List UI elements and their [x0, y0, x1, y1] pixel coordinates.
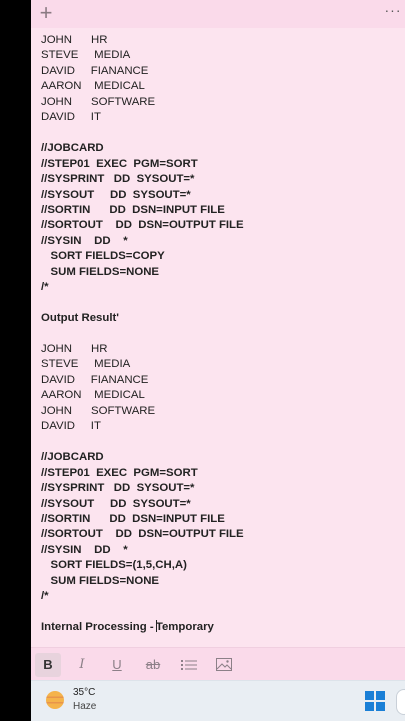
plus-icon[interactable]: + — [36, 2, 56, 24]
note-line: STEVE MEDIA — [41, 49, 131, 62]
note-line: //SORTIN DD DSN=INPUT FILE — [41, 203, 225, 216]
note-line: Output Result' — [41, 312, 120, 325]
note-line: //JOBCARD — [41, 451, 104, 464]
note-line: //STEP01 EXEC PGM=SORT — [41, 157, 198, 170]
note-line: AARON MEDICAL — [41, 389, 145, 402]
sticky-note-window: + ··· JOHN HR STEVE MEDIA DAVID FIANANCE AA… — [31, 0, 405, 680]
note-line: SORT FIELDS=(1,5,CH,A) — [41, 559, 187, 572]
note-line: //SYSOUT DD SYSOUT=* — [41, 188, 191, 201]
note-line: STEVE MEDIA — [41, 358, 131, 371]
bold-button[interactable]: B — [35, 653, 61, 677]
note-line: JOHN SOFTWARE — [41, 404, 156, 417]
bulleted-list-icon — [181, 660, 197, 670]
note-text-area[interactable]: JOHN HR STEVE MEDIA DAVID FIANANCE AARON ME… — [41, 33, 401, 647]
image-icon — [216, 658, 232, 671]
note-line: //SYSIN DD * — [41, 234, 128, 247]
note-line: JOHN HR — [41, 34, 108, 46]
note-line: SUM FIELDS=NONE — [41, 574, 160, 587]
note-line: //SYSIN DD * — [41, 543, 128, 556]
taskbar-overflow-pill[interactable] — [396, 689, 405, 715]
note-titlebar: + ··· — [31, 0, 405, 28]
weather-condition[interactable]: Haze — [73, 701, 96, 712]
weather-temperature[interactable]: 35°C — [73, 687, 95, 698]
note-line: //SORTIN DD DSN=INPUT FILE — [41, 512, 225, 525]
note-line: //JOBCARD — [41, 142, 104, 155]
note-line: SUM FIELDS=NONE — [41, 265, 160, 278]
note-line: //SORTOUT DD DSN=OUTPUT FILE — [41, 219, 244, 232]
note-line: DAVID FIANANCE — [41, 64, 149, 77]
formatting-toolbar: B I U ab — [31, 647, 405, 680]
insert-image-button[interactable] — [211, 653, 237, 677]
note-line: DAVID IT — [41, 420, 101, 433]
note-line: DAVID FIANANCE — [41, 373, 149, 386]
bulleted-list-button[interactable] — [176, 653, 202, 677]
note-line: /* — [41, 590, 49, 603]
note-line: JOHN SOFTWARE — [41, 95, 156, 108]
note-line: //SORTOUT DD DSN=OUTPUT FILE — [41, 528, 244, 541]
note-line: //SYSPRINT DD SYSOUT=* — [41, 173, 195, 186]
note-line: SORT FIELDS=COPY — [41, 250, 165, 263]
note-line: //SYSOUT DD SYSOUT=* — [41, 497, 191, 510]
windows-taskbar: 35°C Haze — [31, 680, 405, 721]
haze-weather-icon[interactable] — [46, 691, 64, 709]
underline-button[interactable]: U — [104, 653, 130, 677]
strikethrough-button[interactable]: ab — [140, 653, 166, 677]
note-line: /* — [41, 281, 49, 294]
note-line: AARON MEDICAL — [41, 80, 145, 93]
note-line: JOHN HR — [41, 343, 108, 355]
note-line: DAVID IT — [41, 111, 101, 124]
windows-start-icon[interactable] — [365, 691, 385, 711]
note-line: Internal Processing - Temporary — [41, 620, 214, 634]
italic-button[interactable]: I — [69, 653, 95, 677]
more-options-icon[interactable]: ··· — [383, 3, 403, 23]
note-line: //STEP01 EXEC PGM=SORT — [41, 466, 198, 479]
note-line: //SYSPRINT DD SYSOUT=* — [41, 482, 195, 495]
